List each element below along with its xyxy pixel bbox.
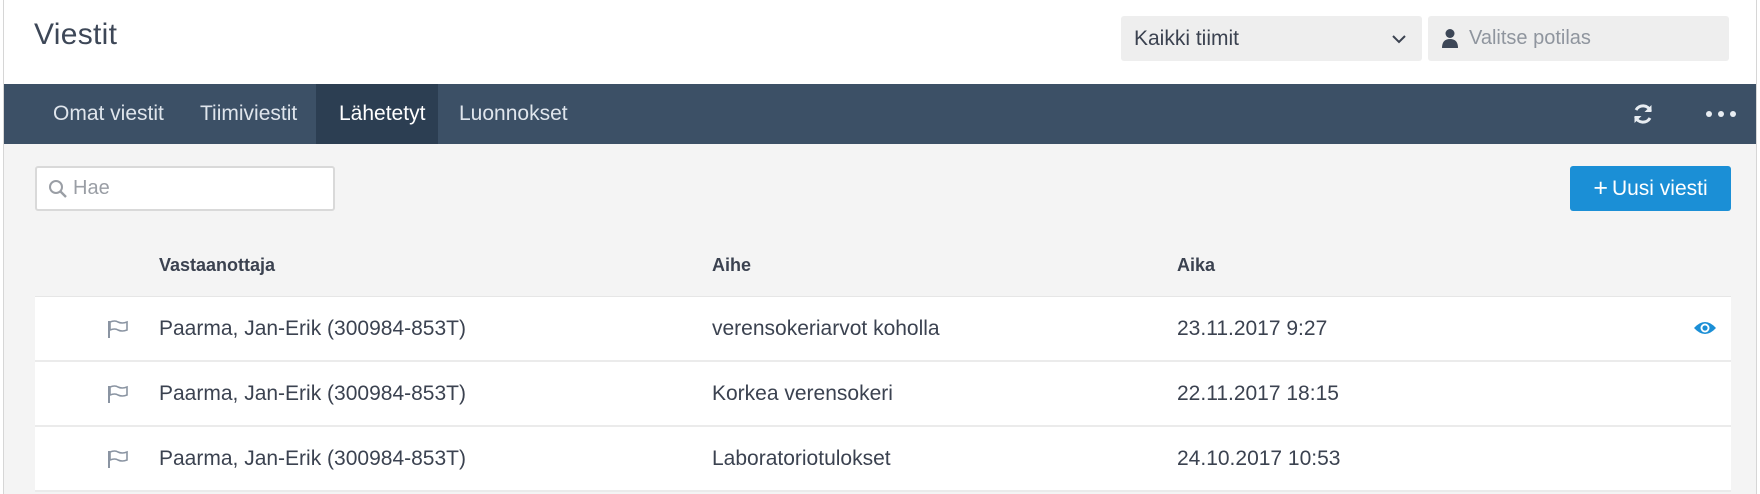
tab-drafts[interactable]: Luonnokset	[436, 84, 591, 144]
patient-select[interactable]: Valitse potilas	[1428, 16, 1729, 61]
tab-team-messages[interactable]: Tiimiviestit	[177, 84, 320, 144]
page-title: Viestit	[34, 18, 118, 51]
subject-cell: verensokeriarvot koholla	[712, 317, 940, 340]
tab-own-messages[interactable]: Omat viestit	[30, 84, 187, 144]
recipient-cell: Paarma, Jan-Erik (300984-853T)	[159, 382, 466, 405]
time-cell: 24.10.2017 10:53	[1177, 447, 1341, 470]
time-cell: 23.11.2017 9:27	[1177, 317, 1328, 340]
flag-icon[interactable]	[106, 319, 130, 339]
search-input[interactable]: Hae	[35, 166, 335, 211]
column-header-time[interactable]: Aika	[1177, 255, 1215, 276]
subject-cell: Korkea verensokeri	[712, 382, 893, 405]
time-cell: 22.11.2017 18:15	[1177, 382, 1339, 405]
patient-select-placeholder: Valitse potilas	[1469, 27, 1591, 49]
message-list: Paarma, Jan-Erik (300984-853T) verensoke…	[35, 296, 1731, 492]
tab-bar: Omat viestit Tiimiviestit Lähetetyt Luon…	[4, 84, 1756, 144]
table-row[interactable]: Paarma, Jan-Erik (300984-853T) Laborator…	[35, 427, 1731, 492]
column-header-recipient[interactable]: Vastaanottaja	[159, 255, 275, 276]
flag-icon[interactable]	[106, 449, 130, 469]
plus-icon: +	[1593, 174, 1608, 202]
user-icon	[1442, 29, 1458, 48]
new-message-button[interactable]: + Uusi viesti	[1570, 166, 1731, 211]
team-select[interactable]: Kaikki tiimit	[1121, 16, 1422, 61]
table-row[interactable]: Paarma, Jan-Erik (300984-853T) verensoke…	[35, 297, 1731, 362]
column-header-subject[interactable]: Aihe	[712, 255, 751, 276]
recipient-cell: Paarma, Jan-Erik (300984-853T)	[159, 317, 466, 340]
subject-cell: Laboratoriotulokset	[712, 447, 891, 470]
more-icon[interactable]	[1704, 102, 1738, 126]
page-header: Viestit Kaikki tiimit Valitse potilas	[4, 0, 1756, 84]
messages-window: Viestit Kaikki tiimit Valitse potilas Om…	[3, 0, 1757, 494]
refresh-icon[interactable]	[1631, 102, 1655, 126]
tab-sent[interactable]: Lähetetyt	[316, 84, 438, 144]
recipient-cell: Paarma, Jan-Erik (300984-853T)	[159, 447, 466, 470]
search-icon	[49, 180, 67, 198]
table-row[interactable]: Paarma, Jan-Erik (300984-853T) Korkea ve…	[35, 362, 1731, 427]
chevron-down-icon	[1392, 35, 1406, 44]
new-message-label: Uusi viesti	[1611, 177, 1708, 200]
flag-icon[interactable]	[106, 384, 130, 404]
team-select-value: Kaikki tiimit	[1134, 27, 1240, 50]
eye-icon[interactable]	[1693, 319, 1717, 337]
search-placeholder: Hae	[73, 177, 110, 199]
